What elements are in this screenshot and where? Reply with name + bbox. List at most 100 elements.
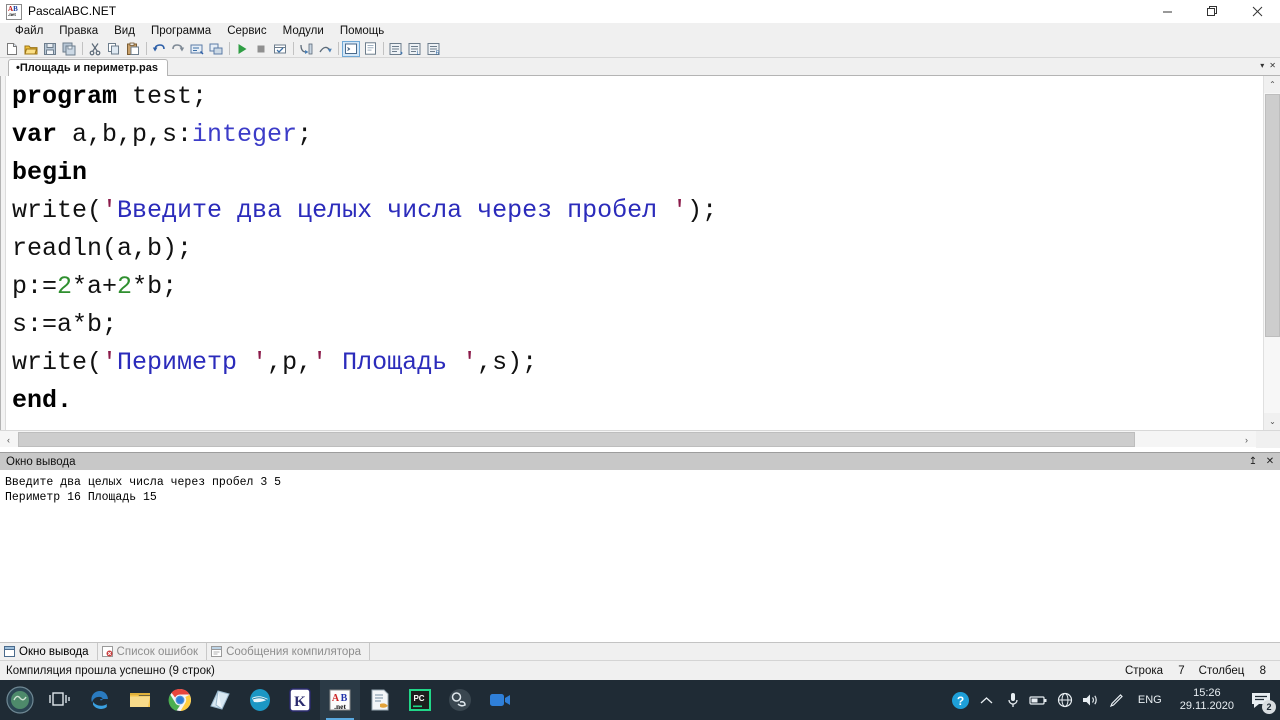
- uncomment-block-icon[interactable]: R: [425, 41, 443, 57]
- scroll-left-arrow-icon[interactable]: ‹: [0, 431, 17, 448]
- code-var-names: a,b,p,s:: [57, 120, 193, 149]
- tab-list-dropdown-icon[interactable]: ▾: [1260, 61, 1264, 70]
- output-window-icon: [4, 646, 15, 657]
- toolbar-separator: [146, 42, 147, 55]
- editor-horizontal-scrollbar[interactable]: ‹ ›: [0, 430, 1280, 448]
- step-over-icon[interactable]: [316, 41, 334, 57]
- tab-close-icon[interactable]: ✕: [1269, 61, 1276, 70]
- pascalabc-net-icon[interactable]: A B .net: [320, 680, 360, 720]
- menu-item-edit[interactable]: Правка: [51, 23, 106, 40]
- menu-item-service[interactable]: Сервис: [219, 23, 274, 40]
- open-file-icon[interactable]: [22, 41, 40, 57]
- output-panel-text[interactable]: Введите два целых числа через пробел 3 5…: [0, 470, 1280, 642]
- bottom-tab-label: Сообщения компилятора: [226, 645, 362, 658]
- volume-icon[interactable]: [1078, 680, 1104, 720]
- teal-bird-app-icon[interactable]: [240, 680, 280, 720]
- find-icon[interactable]: [188, 41, 206, 57]
- redo-icon[interactable]: [169, 41, 187, 57]
- indent-block-icon[interactable]: [387, 41, 405, 57]
- window-title: PascalABC.NET: [28, 4, 117, 18]
- pen-icon[interactable]: [1104, 680, 1130, 720]
- menu-item-view[interactable]: Вид: [106, 23, 143, 40]
- battery-icon[interactable]: [1026, 680, 1052, 720]
- notepad-document-icon[interactable]: [360, 680, 400, 720]
- paste-icon[interactable]: [124, 41, 142, 57]
- error-list-icon[interactable]: [361, 41, 379, 57]
- language-indicator[interactable]: ENG: [1130, 694, 1170, 706]
- status-line-label: Строка: [1124, 664, 1164, 677]
- kaspersky-icon[interactable]: K: [280, 680, 320, 720]
- save-file-icon[interactable]: [41, 41, 59, 57]
- bottom-tab-compiler-messages[interactable]: Сообщения компилятора: [207, 642, 371, 661]
- toolbar-separator: [293, 42, 294, 55]
- code-expr-mid: *a+: [72, 272, 118, 301]
- copy-icon[interactable]: [105, 41, 123, 57]
- stop-icon[interactable]: [252, 41, 270, 57]
- network-globe-icon[interactable]: [1052, 680, 1078, 720]
- notifications-button[interactable]: 2: [1244, 680, 1278, 720]
- comment-block-icon[interactable]: L: [406, 41, 424, 57]
- chevron-up-icon[interactable]: [974, 680, 1000, 720]
- clock-date: 29.11.2020: [1179, 700, 1234, 712]
- code-number-2b: 2: [117, 272, 133, 301]
- file-explorer-icon[interactable]: [120, 680, 160, 720]
- new-file-icon[interactable]: [3, 41, 21, 57]
- help-icon[interactable]: ?: [948, 680, 974, 720]
- clock-widget[interactable]: 15:26 29.11.2020: [1170, 687, 1244, 713]
- toolbar-separator: [229, 42, 230, 55]
- video-camera-icon[interactable]: [480, 680, 520, 720]
- editor-gutter: [1, 76, 6, 430]
- vertical-scroll-thumb[interactable]: [1265, 94, 1280, 337]
- code-assign-s: s:=a*b;: [12, 310, 118, 339]
- pin-icon[interactable]: ↥: [1246, 455, 1260, 469]
- close-panel-icon[interactable]: ✕: [1263, 455, 1277, 469]
- svg-text:PC: PC: [413, 694, 424, 703]
- close-button[interactable]: [1235, 0, 1280, 23]
- scroll-right-arrow-icon[interactable]: ›: [1238, 431, 1255, 448]
- microsoft-edge-icon[interactable]: [80, 680, 120, 720]
- menu-item-program[interactable]: Программа: [143, 23, 219, 40]
- google-chrome-icon[interactable]: [160, 680, 200, 720]
- scroll-down-arrow-icon[interactable]: ⌄: [1264, 413, 1280, 430]
- bottom-tab-output-window[interactable]: Окно вывода: [0, 642, 98, 661]
- horizontal-scroll-thumb[interactable]: [18, 432, 1135, 447]
- windows-taskbar: K A B .net PC ? ENG 15:26 29.11.2020 2: [0, 680, 1280, 720]
- code-editor[interactable]: program test; var a,b,p,s:integer; begin…: [0, 76, 1280, 430]
- task-view-icon[interactable]: [40, 680, 80, 720]
- replace-icon[interactable]: [207, 41, 225, 57]
- code-identifier-test: test;: [117, 82, 208, 111]
- step-into-icon[interactable]: [297, 41, 315, 57]
- menu-bar: Файл Правка Вид Программа Сервис Модули …: [0, 23, 1280, 40]
- minimize-button[interactable]: [1145, 0, 1190, 23]
- code-text-area[interactable]: program test; var a,b,p,s:integer; begin…: [12, 78, 1259, 420]
- scroll-up-arrow-icon[interactable]: ⌃: [1264, 76, 1280, 93]
- console-window-icon[interactable]: [342, 40, 360, 57]
- menu-item-file[interactable]: Файл: [7, 23, 51, 40]
- system-tray: ? ENG 15:26 29.11.2020 2: [948, 680, 1280, 720]
- bottom-tab-error-list[interactable]: Список ошибок: [98, 642, 208, 661]
- menu-item-modules[interactable]: Модули: [275, 23, 332, 40]
- obs-studio-icon[interactable]: [440, 680, 480, 720]
- pycharm-icon[interactable]: PC: [400, 680, 440, 720]
- microphone-icon[interactable]: [1000, 680, 1026, 720]
- code-arg-p: ,p,: [267, 348, 313, 377]
- status-bar: Компиляция прошла успешно (9 строк) Стро…: [0, 660, 1280, 680]
- restore-button[interactable]: [1190, 0, 1235, 23]
- start-button-icon[interactable]: [0, 680, 40, 720]
- status-line-indicator: Строка 7: [1125, 665, 1185, 677]
- build-icon[interactable]: [271, 41, 289, 57]
- bottom-tab-label: Список ошибок: [116, 645, 199, 658]
- save-all-icon[interactable]: [60, 41, 78, 57]
- notification-badge: 2: [1262, 700, 1276, 714]
- code-arg-s: ,s);: [477, 348, 538, 377]
- status-column-indicator: Столбец 8: [1199, 665, 1266, 677]
- undo-icon[interactable]: [150, 41, 168, 57]
- editor-vertical-scrollbar[interactable]: ⌃ ⌄: [1263, 76, 1280, 430]
- run-icon[interactable]: [233, 41, 251, 57]
- menu-item-help[interactable]: Помощь: [332, 23, 392, 40]
- editor-tab-active[interactable]: •Площадь и периметр.pas: [8, 59, 168, 76]
- book-reader-icon[interactable]: [200, 680, 240, 720]
- cut-icon[interactable]: [86, 41, 104, 57]
- code-quote-close2: ': [252, 348, 268, 377]
- toolbar-separator: [338, 42, 339, 55]
